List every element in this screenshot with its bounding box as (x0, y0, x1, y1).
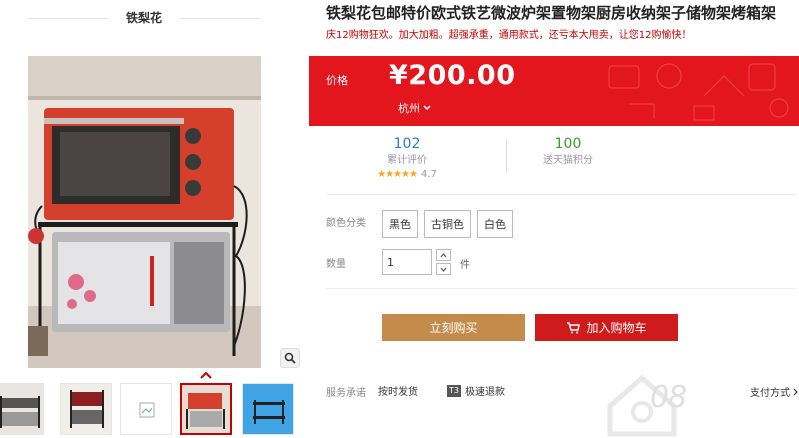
divider (28, 18, 108, 19)
rating: ★★★★★ 4.7 (366, 169, 448, 180)
price-band: 价格 ¥200.00 杭州 (309, 56, 799, 126)
microwave-rack-photo (28, 56, 261, 368)
thumbnail-5[interactable] (242, 383, 294, 435)
quantity-input[interactable] (382, 249, 432, 275)
watermark-house-icon (607, 374, 677, 437)
thumbnail-image (243, 384, 293, 434)
service-fast-refund[interactable]: T3 极速退款 (447, 383, 505, 398)
shop-name[interactable]: 铁梨花 (108, 9, 180, 26)
thumbnail-2[interactable] (60, 383, 112, 435)
divider (326, 288, 796, 289)
product-stats: 102 累计评价 ★★★★★ 4.7 100 送天猫积分 (326, 134, 796, 186)
points-stat: 100 送天猫积分 (528, 134, 608, 167)
divider (506, 138, 507, 174)
points-value: 100 (554, 136, 582, 152)
reviews-label: 累计评价 (387, 155, 427, 166)
price-value: ¥200.00 (389, 60, 516, 91)
color-option-black[interactable]: 黑色 (382, 210, 418, 238)
price-label: 价格 (326, 74, 348, 87)
thumbnail-image (182, 385, 230, 433)
color-label: 颜色分类 (326, 218, 366, 229)
reviews-stat[interactable]: 102 累计评价 ★★★★★ 4.7 (366, 134, 448, 180)
service-label: 服务承诺 (326, 388, 366, 399)
watermark-text: 08 (650, 380, 687, 415)
quantity-increase-button[interactable] (436, 249, 451, 261)
chevron-down-icon (423, 105, 431, 111)
product-gallery: 铁梨花 (0, 0, 306, 438)
chevron-down-icon (440, 267, 447, 272)
star-icon: ★★★★★ (377, 169, 418, 180)
reviews-count: 102 (393, 136, 421, 152)
main-product-image[interactable] (28, 56, 261, 368)
cart-icon (567, 321, 581, 333)
service-item-label: 按时发货 (378, 387, 418, 398)
service-item-label: 极速退款 (464, 387, 505, 398)
quantity-unit: 件 (460, 260, 470, 271)
shop-title-bar: 铁梨花 (0, 0, 306, 36)
color-options: 黑色 古铜色 白色 (382, 210, 513, 238)
quantity-label: 数量 (326, 259, 346, 270)
thumbnail-4[interactable] (180, 383, 232, 435)
service-on-time-delivery[interactable]: 按时发货 (378, 383, 418, 398)
divider (326, 194, 796, 195)
zoom-button[interactable] (280, 348, 300, 368)
color-option-bronze[interactable]: 古铜色 (424, 210, 471, 238)
quantity-decrease-button[interactable] (436, 263, 451, 275)
chevron-up-icon (200, 371, 212, 379)
buy-now-button[interactable]: 立刻购买 (382, 314, 525, 341)
divider (180, 18, 260, 19)
product-subtitle: 庆12购物狂欢。加大加粗。超强承重，通用款式，还亏本大甩卖，让您12购愉快！ (326, 30, 692, 41)
thumbnail-image (0, 384, 43, 434)
thumbnail-image (61, 384, 111, 434)
add-to-cart-button[interactable]: 加入购物车 (535, 314, 678, 341)
rating-value: 4.7 (420, 169, 437, 180)
points-label: 送天猫积分 (543, 155, 593, 166)
color-option-white[interactable]: 白色 (477, 210, 513, 238)
broken-image-icon (121, 384, 171, 434)
thumbnail-strip (0, 383, 306, 438)
product-title: 铁梨花包邮特价欧式铁艺微波炉架置物架厨房收纳架子储物架烤箱架 (326, 4, 777, 22)
location-label: 杭州 (398, 102, 420, 115)
thumbnail-1[interactable] (0, 383, 44, 435)
zoom-icon (284, 352, 296, 364)
location-selector[interactable]: 杭州 (398, 100, 431, 116)
chevron-up-icon (440, 252, 447, 257)
price-band-pattern (608, 63, 789, 121)
add-to-cart-label: 加入购物车 (586, 321, 647, 335)
t3-badge: T3 (447, 384, 461, 397)
thumbnail-3[interactable] (120, 383, 172, 435)
